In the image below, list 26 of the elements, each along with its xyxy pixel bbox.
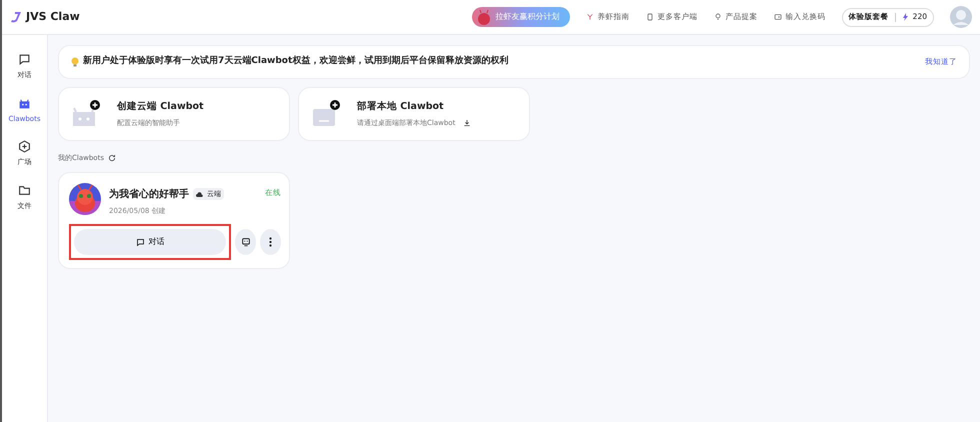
more-button[interactable] (260, 229, 281, 255)
app-title: JVS Claw (26, 8, 80, 25)
robot-add-icon (71, 100, 101, 128)
more-icon (269, 237, 272, 247)
lightbulb-icon (71, 57, 79, 67)
logo-icon (10, 11, 22, 23)
monitor-add-icon (311, 100, 341, 128)
cloud-icon (196, 192, 203, 196)
robot-button[interactable] (235, 229, 256, 255)
folder-icon (18, 184, 31, 196)
lightbulb-icon (714, 13, 722, 21)
notice-text: 新用户处于体验版时享有一次试用7天云端Clawbot权益，欢迎尝鲜，试用到期后平台保留释放资源的权利 (83, 55, 510, 68)
robot-face-icon (240, 237, 250, 247)
refresh-icon[interactable] (108, 154, 116, 162)
chat-icon (18, 53, 31, 66)
phone-icon (646, 13, 654, 21)
card-title: 部署本地 Clawbot (357, 100, 445, 114)
card-title: 创建云端 Clawbot (117, 100, 204, 114)
chat-icon (136, 238, 144, 246)
robot-icon (18, 96, 31, 110)
hexagon-plus-icon (18, 140, 31, 153)
chat-button[interactable]: 对话 (74, 229, 226, 255)
spark-icon (902, 13, 909, 21)
download-icon (463, 119, 472, 128)
ticket-icon (774, 13, 782, 21)
bot-name: 为我省心的好帮手 (109, 187, 189, 202)
